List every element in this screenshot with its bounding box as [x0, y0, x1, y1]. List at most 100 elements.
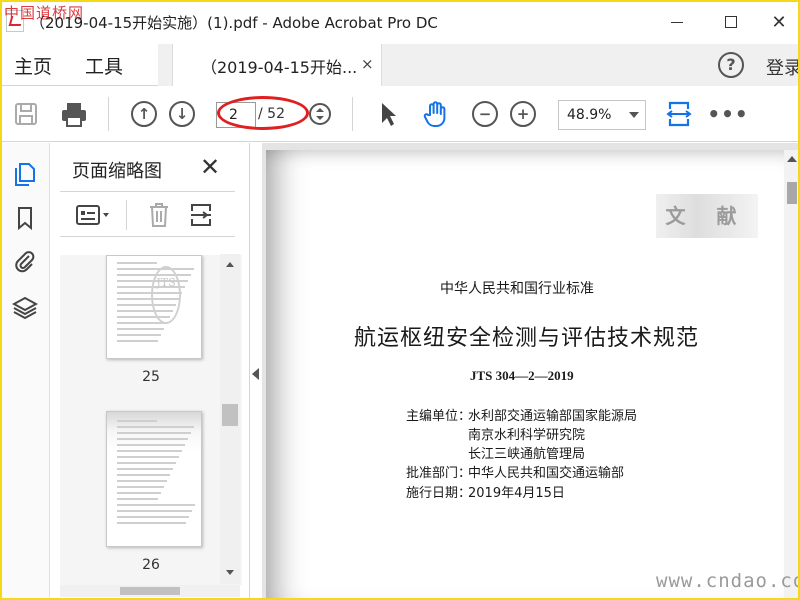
toolbar-separator	[126, 200, 127, 230]
print-button[interactable]	[58, 98, 90, 130]
attachments-icon[interactable]	[12, 249, 38, 275]
zoom-in-icon: +	[510, 101, 536, 127]
hand-tool-button[interactable]	[420, 98, 452, 130]
maximize-button[interactable]	[716, 8, 746, 36]
signin-link[interactable]: 登录	[766, 54, 800, 80]
document-scrollbar[interactable]	[784, 150, 800, 600]
thumbnail-text-line	[117, 510, 192, 512]
thumbnail-text-line	[117, 340, 158, 342]
nav-row: 主页 工具 （2019-04-15开始... × ? 登录	[0, 44, 800, 86]
page-thumbnail-26[interactable]	[106, 411, 202, 547]
bookmarks-icon[interactable]	[12, 205, 38, 231]
hand-tool-icon	[423, 101, 446, 127]
thumbnail-text-line	[117, 456, 179, 458]
thumbnail-label: 26	[142, 557, 160, 573]
minimize-icon	[671, 21, 683, 23]
thumbnail-text-line	[117, 432, 191, 434]
previous-page-button[interactable]: ↑	[128, 98, 160, 130]
layers-icon[interactable]	[12, 295, 38, 321]
chevron-down-icon	[629, 112, 639, 118]
row-label: 批准部门：	[406, 466, 472, 481]
close-panel-button[interactable]: ✕	[200, 153, 220, 181]
thumbnail-text-line	[117, 522, 186, 524]
row-value: 长江三峡通航管理局	[468, 447, 586, 462]
page-stepper-icon	[309, 103, 331, 125]
row-value: 南京水利科学研究院	[468, 428, 586, 443]
scroll-up-icon[interactable]	[226, 262, 234, 267]
thumbnail-text-line	[117, 516, 189, 518]
document-stamp: 文 献	[656, 194, 758, 238]
thumbnail-text-line	[117, 444, 185, 446]
help-icon[interactable]: ?	[718, 52, 744, 78]
more-icon: •••	[707, 102, 749, 126]
document-title: 航运枢纽安全检测与评估技术规范	[354, 326, 700, 351]
tab-home[interactable]: 主页	[14, 52, 52, 79]
page-thumbnail-25[interactable]: JTS	[106, 255, 202, 359]
thumbnail-label: 25	[142, 369, 160, 385]
trash-icon[interactable]	[148, 202, 170, 228]
zoom-value: 48.9%	[567, 107, 612, 123]
maximize-icon	[725, 16, 737, 28]
row-value: 中华人民共和国交通运输部	[468, 466, 625, 481]
fit-width-icon	[666, 101, 692, 127]
thumbnails-panel-title: 页面缩略图	[72, 161, 162, 182]
thumbnail-text-line	[117, 268, 194, 270]
scrollbar-thumb[interactable]	[787, 182, 797, 204]
window-title: （2019-04-15开始实施）(1).pdf - Adobe Acrobat …	[30, 14, 438, 32]
thumbnail-text-line	[117, 486, 164, 488]
doc-tab-label: （2019-04-15开始...	[201, 58, 358, 77]
thumbnail-text-line	[117, 426, 194, 428]
minimize-button[interactable]	[662, 8, 692, 36]
save-icon	[15, 103, 37, 125]
toolbar-separator	[108, 97, 109, 131]
thumbnail-text-line	[117, 462, 176, 464]
thumbnail-text-line	[117, 438, 188, 440]
main-toolbar: ↑ ↓ 2 / 52 − + 48.9% •••	[0, 87, 800, 142]
more-tools-button[interactable]: •••	[707, 98, 747, 130]
thumbnail-scrollbar[interactable]	[220, 254, 240, 584]
thumbnail-text-line	[117, 498, 158, 500]
print-icon	[62, 103, 86, 127]
thumbnail-hscrollbar[interactable]	[60, 585, 240, 597]
select-tool-button[interactable]	[372, 98, 404, 130]
zoom-in-button[interactable]: +	[507, 98, 539, 130]
thumbnail-text-line	[117, 420, 157, 422]
zoom-out-icon: −	[472, 101, 498, 127]
close-window-button[interactable]: ✕	[764, 8, 794, 36]
row-label: 施行日期：	[406, 486, 472, 501]
thumbnail-text-line	[117, 322, 167, 324]
watermark-bottom: www.cndao.com	[656, 570, 800, 592]
scroll-up-icon[interactable]	[787, 156, 797, 162]
scrollbar-thumb[interactable]	[222, 404, 238, 426]
thumbnail-text-line	[117, 262, 157, 264]
zoom-out-button[interactable]: −	[469, 98, 501, 130]
extract-pages-icon[interactable]	[188, 202, 214, 228]
page-thumbnails-icon[interactable]	[12, 161, 38, 187]
left-rail	[0, 143, 50, 600]
thumbnail-text-line	[117, 474, 170, 476]
tab-tools[interactable]: 工具	[85, 52, 123, 79]
zoom-select[interactable]: 48.9%	[558, 100, 646, 130]
scrollbar-thumb[interactable]	[120, 587, 180, 595]
thumbnail-text-line	[117, 334, 161, 336]
thumbnail-options-icon[interactable]	[76, 204, 112, 226]
collapse-panel-icon[interactable]	[252, 368, 259, 380]
fit-width-button[interactable]	[663, 98, 695, 130]
thumbnail-text-line	[117, 468, 173, 470]
document-code: JTS 304—2—2019	[470, 368, 574, 383]
select-arrow-icon	[382, 103, 396, 126]
thumbnail-list[interactable]: JTS 25 26	[60, 255, 242, 585]
tab-document[interactable]: （2019-04-15开始... ×	[172, 44, 382, 86]
doc-tab-close-button[interactable]: ×	[361, 55, 374, 73]
save-button[interactable]	[10, 98, 42, 130]
row-label: 主编单位：	[406, 409, 472, 424]
page-up-icon: ↑	[131, 101, 157, 127]
thumbnail-text-line	[117, 480, 167, 482]
thumbnail-text-line	[117, 450, 182, 452]
thumbnail-text-line	[117, 504, 195, 506]
next-page-button[interactable]: ↓	[166, 98, 198, 130]
row-value: 2019年4月15日	[468, 486, 565, 501]
toolbar-separator	[352, 97, 353, 131]
scroll-down-icon[interactable]	[226, 570, 234, 575]
row-value: 水利部交通运输部国家能源局	[468, 409, 638, 424]
